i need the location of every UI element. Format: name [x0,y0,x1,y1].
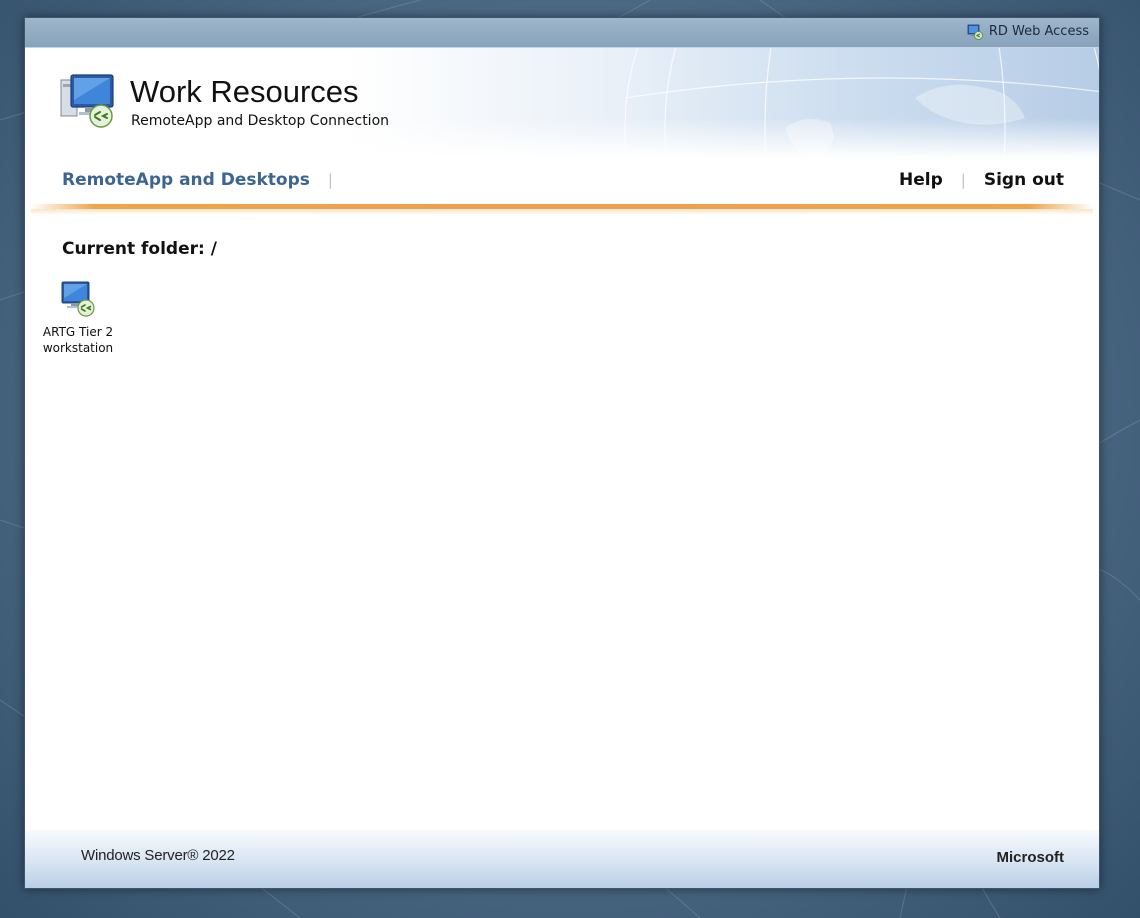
nav-separator: | [960,171,966,189]
help-link[interactable]: Help [899,170,943,190]
vendor-logo: Microsoft [996,849,1065,866]
nav-bar: RemoteApp and Desktops | Help | Sign out [25,158,1099,204]
rd-web-access-page: RD Web Access Work Resources RemoteApp a… [24,17,1100,889]
nav-right: Help | Sign out [899,170,1064,190]
nav-separator: | [327,171,333,189]
current-folder-label: Current folder: / [62,239,217,259]
footer: Windows Server® 2022 Microsoft [25,830,1099,888]
header-banner: Work Resources RemoteApp and Desktop Con… [25,48,1099,158]
sign-out-link[interactable]: Sign out [984,170,1064,190]
resource-name-line2: workstation [42,341,114,355]
resource-name-line1: ARTG Tier 2 [42,325,114,339]
rd-web-access-icon [967,24,983,40]
resource-item[interactable]: ARTG Tier 2 workstation [35,280,121,356]
product-name: RD Web Access [988,24,1089,39]
nav-left: RemoteApp and Desktops | [62,170,351,190]
tab-remoteapp-and-desktops[interactable]: RemoteApp and Desktops [62,170,310,190]
accent-bar-shadow [31,209,1093,215]
page-subtitle: RemoteApp and Desktop Connection [131,113,390,129]
remote-desktop-icon [61,281,95,317]
remote-desktop-logo-icon [60,74,114,128]
rd-web-access-brand: RD Web Access [966,23,1089,40]
page-title: Work Resources [130,74,359,109]
os-name: Windows Server® 2022 [81,847,235,864]
top-bar: RD Web Access [25,18,1099,48]
